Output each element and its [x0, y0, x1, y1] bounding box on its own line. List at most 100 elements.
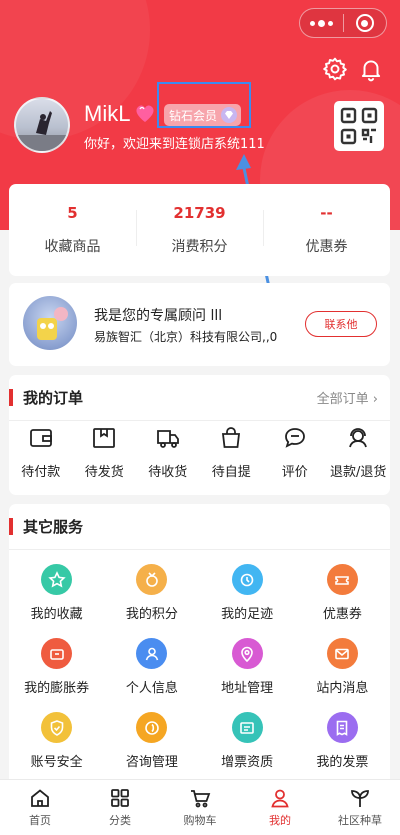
annotation-highlight-box	[157, 82, 251, 128]
service-label: 个人信息	[125, 681, 178, 696]
section-accent-bar	[9, 518, 13, 535]
advisor-company: 易族智汇（北京）科技有限公司,,0	[94, 330, 278, 344]
service-label: 我的发票	[316, 755, 369, 770]
tab-profile[interactable]: 我的	[240, 780, 320, 835]
tab-label: 分类	[109, 814, 131, 827]
avatar[interactable]	[14, 97, 70, 153]
order-label: 待发货	[84, 465, 124, 480]
tab-label: 首页	[29, 814, 51, 827]
order-label: 评价	[281, 465, 308, 480]
stat-value: --	[320, 204, 333, 222]
order-label: 待付款	[21, 465, 61, 480]
comment-icon	[284, 428, 305, 448]
truck-icon	[156, 430, 179, 448]
orders-title: 我的订单	[23, 389, 84, 407]
order-review[interactable]: 评价	[263, 425, 327, 480]
stat-points[interactable]: 21739 消费积分	[136, 184, 263, 276]
tab-label: 购物车	[183, 814, 217, 827]
footprint-icon	[231, 564, 263, 595]
services-header: 其它服务	[9, 504, 390, 550]
user-icon	[136, 638, 168, 669]
order-label: 待自提	[211, 465, 251, 480]
services-card: 其它服务 我的收藏 我的积分 我的足迹 优惠券 我的膨胀券 个人信息 地址管理 …	[9, 504, 390, 794]
package-icon	[93, 428, 116, 448]
category-icon	[111, 789, 129, 807]
receipt-icon	[326, 712, 358, 743]
stats-card: 5 收藏商品 21739 消费积分 -- 优惠券	[9, 184, 390, 276]
order-pending-payment[interactable]: 待付款	[9, 425, 73, 480]
notification-bell-icon[interactable]	[358, 56, 384, 82]
stat-coupons[interactable]: -- 优惠券	[263, 184, 390, 276]
coupon-icon	[326, 564, 358, 595]
star-icon	[41, 564, 73, 595]
consult-icon	[136, 712, 168, 743]
sprout-icon	[351, 790, 369, 807]
qr-code-icon	[340, 107, 378, 145]
tab-home[interactable]: 首页	[0, 780, 80, 835]
stat-value: 5	[67, 204, 78, 222]
close-target-icon[interactable]	[344, 14, 387, 32]
order-label: 退款/退货	[330, 465, 387, 480]
service-address[interactable]: 地址管理	[200, 638, 295, 696]
service-my-invoices[interactable]: 我的发票	[295, 712, 390, 770]
service-label: 咨询管理	[125, 755, 178, 770]
service-footprints[interactable]: 我的足迹	[200, 564, 295, 622]
username: MikL	[84, 101, 131, 126]
profile-icon	[271, 789, 289, 808]
more-icon[interactable]	[300, 19, 343, 27]
stat-label: 收藏商品	[44, 239, 101, 255]
advisor-avatar	[23, 296, 77, 350]
service-inflate-coupons[interactable]: 我的膨胀券	[9, 638, 104, 696]
service-points[interactable]: 我的积分	[104, 564, 199, 622]
service-label: 我的膨胀券	[24, 681, 90, 696]
services-title: 其它服务	[23, 518, 84, 536]
bag-icon	[222, 427, 241, 448]
services-grid: 我的收藏 我的积分 我的足迹 优惠券 我的膨胀券 个人信息 地址管理 站内消息	[9, 564, 390, 770]
invoice-qual-icon	[231, 712, 263, 743]
service-label: 我的足迹	[221, 607, 274, 622]
advisor-title: 我是您的专属顾问 lll	[94, 308, 223, 324]
settings-gear-icon[interactable]	[322, 56, 348, 82]
all-orders-link[interactable]: 全部订单 ›	[317, 388, 378, 407]
order-refund[interactable]: 退款/退货	[327, 425, 391, 480]
bottom-tab-bar: 首页 分类 购物车 我的 社区种草	[0, 779, 400, 835]
service-personal-info[interactable]: 个人信息	[104, 638, 199, 696]
service-label: 站内消息	[316, 681, 369, 696]
order-pending-shipment[interactable]: 待发货	[73, 425, 137, 480]
tab-label: 社区种草	[338, 814, 382, 827]
tab-cart[interactable]: 购物车	[160, 780, 240, 835]
service-label: 增票资质	[221, 755, 274, 770]
chevron-right-icon: ›	[372, 392, 378, 407]
service-label: 地址管理	[221, 681, 274, 696]
contact-button[interactable]: 联系他	[305, 311, 377, 337]
wallet-icon	[29, 429, 52, 447]
stat-favorites[interactable]: 5 收藏商品	[9, 184, 136, 276]
stat-label: 消费积分	[171, 239, 228, 255]
orders-card: 我的订单 全部订单 › 待付款 待发货 待收货 待自提 评价 退款/退货	[9, 375, 390, 495]
section-accent-bar	[9, 389, 13, 406]
welcome-text: 你好，欢迎来到连锁店系统111	[84, 137, 265, 152]
service-label: 我的收藏	[30, 607, 83, 622]
orders-header: 我的订单 全部订单 ›	[9, 375, 390, 421]
home-icon	[31, 789, 49, 807]
service-label: 优惠券	[322, 607, 362, 622]
order-self-pickup[interactable]: 待自提	[200, 425, 264, 480]
service-favorites[interactable]: 我的收藏	[9, 564, 104, 622]
service-consult[interactable]: 咨询管理	[104, 712, 199, 770]
tab-category[interactable]: 分类	[80, 780, 160, 835]
service-messages[interactable]: 站内消息	[295, 638, 390, 696]
qr-code-button[interactable]	[334, 101, 384, 151]
order-label: 待收货	[148, 465, 188, 480]
shield-icon	[41, 712, 73, 743]
location-icon	[231, 638, 263, 669]
heart-icon	[136, 105, 154, 122]
service-account-security[interactable]: 账号安全	[9, 712, 104, 770]
order-pending-receipt[interactable]: 待收货	[136, 425, 200, 480]
miniprogram-capsule[interactable]	[299, 8, 387, 38]
service-invoice-qualification[interactable]: 增票资质	[200, 712, 295, 770]
cart-icon	[191, 790, 211, 808]
inflate-coupon-icon	[41, 638, 73, 669]
tab-community[interactable]: 社区种草	[320, 780, 400, 835]
service-coupons[interactable]: 优惠券	[295, 564, 390, 622]
order-status-row: 待付款 待发货 待收货 待自提 评价 退款/退货	[9, 425, 390, 480]
